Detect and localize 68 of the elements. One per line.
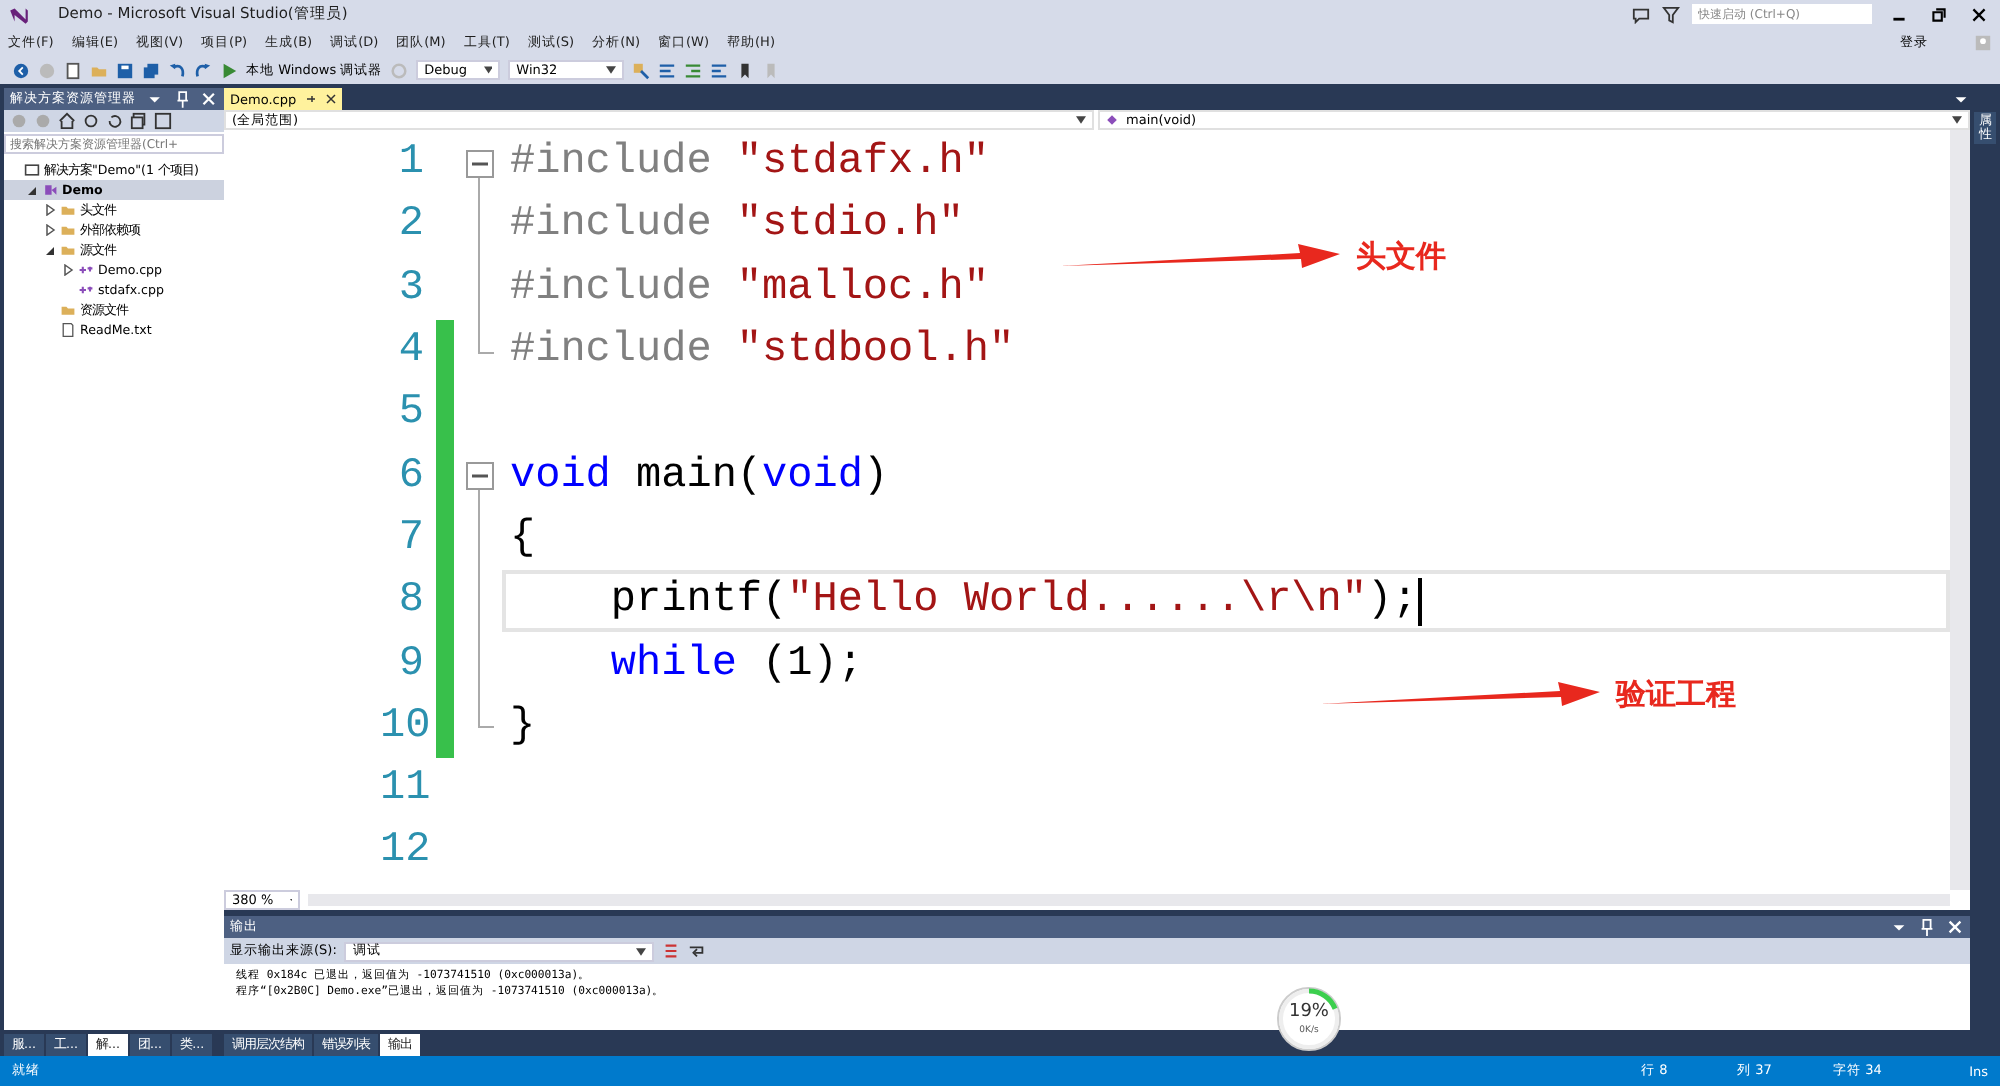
filter-icon[interactable] bbox=[1662, 5, 1680, 23]
annotation-text: 头文件 bbox=[1356, 238, 1446, 277]
code-line: } bbox=[510, 703, 536, 750]
caret-icon bbox=[483, 66, 493, 74]
line-number: 9 bbox=[396, 641, 424, 688]
method-icon bbox=[1106, 114, 1118, 126]
line-number: 11 bbox=[380, 766, 424, 813]
code-line: { bbox=[510, 515, 536, 562]
find-icon[interactable] bbox=[632, 61, 651, 79]
line-number: 12 bbox=[380, 828, 424, 875]
caret-icon bbox=[1952, 116, 1962, 124]
feedback-icon[interactable] bbox=[1632, 5, 1650, 23]
code-line: #include "stdafx.h" bbox=[510, 140, 989, 187]
line-number: 5 bbox=[396, 390, 424, 437]
home-icon[interactable] bbox=[58, 112, 76, 130]
align-icon[interactable] bbox=[658, 61, 677, 79]
percent-text: 19% bbox=[1286, 1002, 1331, 1022]
code-line: #include "stdbool.h" bbox=[510, 328, 1015, 375]
annotation-text: 验证工程 bbox=[1616, 676, 1736, 715]
cpp-file-icon bbox=[78, 262, 94, 278]
collapse-icon[interactable] bbox=[466, 462, 494, 491]
line-number: 8 bbox=[396, 578, 424, 625]
solution-icon bbox=[24, 162, 40, 178]
play-icon[interactable] bbox=[220, 61, 238, 79]
pin-icon[interactable] bbox=[306, 94, 317, 104]
text-cursor bbox=[1417, 577, 1422, 626]
code-line: #include "malloc.h" bbox=[510, 265, 989, 312]
properties-icon[interactable] bbox=[154, 112, 172, 130]
bookmark-icon[interactable] bbox=[736, 61, 755, 79]
indent-icon[interactable] bbox=[684, 61, 703, 79]
close-icon[interactable] bbox=[1971, 7, 1985, 21]
code-line: while (1); bbox=[608, 641, 863, 688]
undo-icon[interactable] bbox=[168, 61, 186, 79]
caret-icon bbox=[606, 66, 617, 74]
line-number: 1 bbox=[396, 140, 424, 187]
line-number: 7 bbox=[396, 515, 424, 562]
project-icon bbox=[42, 182, 58, 198]
vertical-scrollbar[interactable] bbox=[1950, 130, 1970, 890]
line-number: 10 bbox=[380, 703, 424, 750]
collapse-all-icon[interactable] bbox=[130, 112, 148, 130]
clear-icon[interactable] bbox=[662, 942, 681, 960]
pin-icon bbox=[173, 90, 191, 108]
code-line: printf("Hello World......\r\n"); bbox=[608, 578, 1418, 625]
pin-icon bbox=[1918, 918, 1936, 936]
account-icon bbox=[1974, 33, 1992, 51]
restore-icon[interactable] bbox=[1931, 7, 1945, 21]
close-icon bbox=[1946, 918, 1964, 936]
save-icon[interactable] bbox=[116, 61, 134, 79]
text-file-icon bbox=[60, 322, 76, 338]
line-number: 2 bbox=[396, 202, 424, 249]
new-project-icon[interactable] bbox=[64, 61, 82, 79]
code-line: void main(void) bbox=[510, 453, 889, 500]
outdent-icon[interactable] bbox=[710, 61, 729, 79]
close-icon bbox=[200, 90, 219, 108]
close-icon[interactable] bbox=[326, 94, 337, 104]
app-logo-icon bbox=[8, 3, 30, 25]
save-all-icon[interactable] bbox=[142, 61, 160, 79]
collapse-icon[interactable] bbox=[466, 150, 494, 178]
caret-icon bbox=[1076, 116, 1086, 124]
redo-icon[interactable] bbox=[194, 61, 212, 79]
line-number: 6 bbox=[396, 453, 424, 500]
folder-icon bbox=[60, 302, 76, 318]
line-number: 3 bbox=[396, 265, 424, 312]
line-number: 4 bbox=[396, 328, 424, 375]
cpp-file-icon bbox=[78, 282, 94, 298]
word-wrap-icon[interactable] bbox=[688, 942, 707, 960]
caret-icon bbox=[636, 947, 647, 955]
code-line: #include "stdio.h" bbox=[510, 202, 964, 249]
